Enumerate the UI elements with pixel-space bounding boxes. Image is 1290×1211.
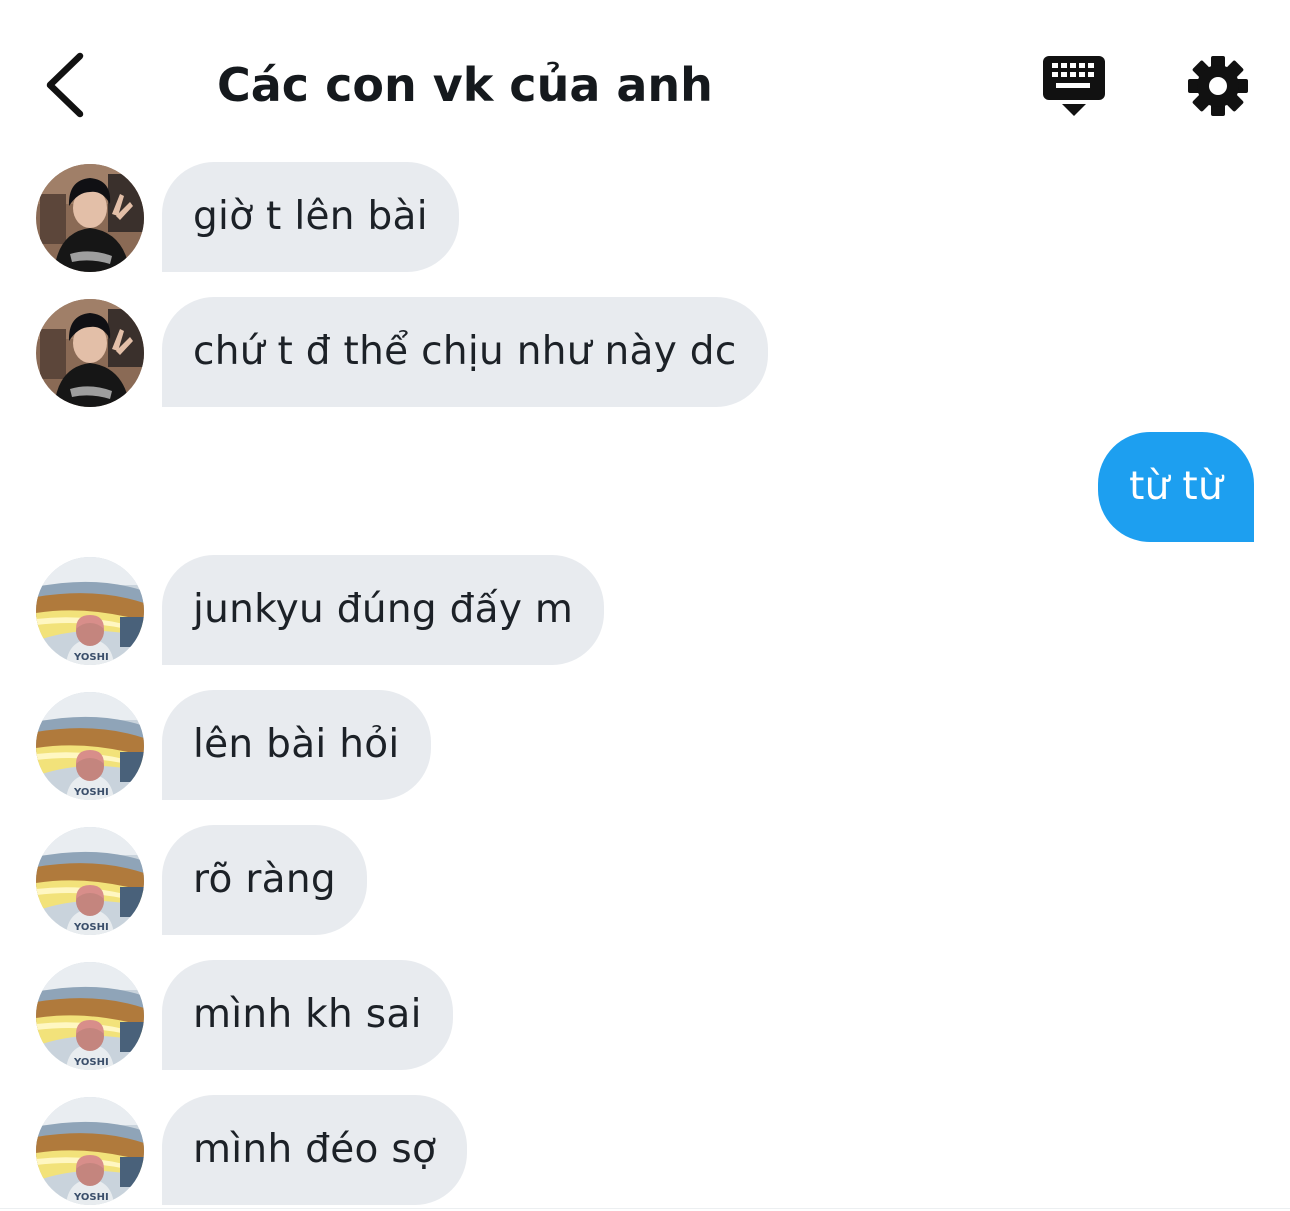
avatar[interactable] (36, 299, 144, 407)
avatar[interactable] (36, 827, 144, 935)
conversation-title: Các con vk của anh (217, 58, 713, 112)
divider (0, 1208, 1290, 1209)
avatar[interactable] (36, 164, 144, 272)
avatar[interactable] (36, 557, 144, 665)
avatar[interactable] (36, 962, 144, 1070)
chat-header: Các con vk của anh (0, 0, 1290, 160)
message-bubble[interactable]: chứ t đ thể chịu như này dc (162, 297, 768, 407)
message-bubble[interactable]: giờ t lên bài (162, 162, 459, 272)
message-bubble[interactable]: mình kh sai (162, 960, 453, 1070)
message-bubble[interactable]: rõ ràng (162, 825, 367, 935)
avatar[interactable] (36, 692, 144, 800)
message-bubble-outgoing[interactable]: từ từ (1098, 432, 1254, 542)
message-bubble[interactable]: lên bài hỏi (162, 690, 431, 800)
chevron-left-icon (46, 52, 84, 118)
avatar[interactable] (36, 1097, 144, 1205)
message-bubble[interactable]: junkyu đúng đấy m (162, 555, 605, 665)
message-bubble[interactable]: mình đéo sợ (162, 1095, 468, 1205)
back-button[interactable] (34, 48, 100, 124)
keyboard-icon (1043, 56, 1105, 116)
keyboard-button[interactable] (1040, 52, 1108, 118)
gear-icon (1188, 56, 1248, 116)
settings-button[interactable] (1184, 52, 1252, 120)
